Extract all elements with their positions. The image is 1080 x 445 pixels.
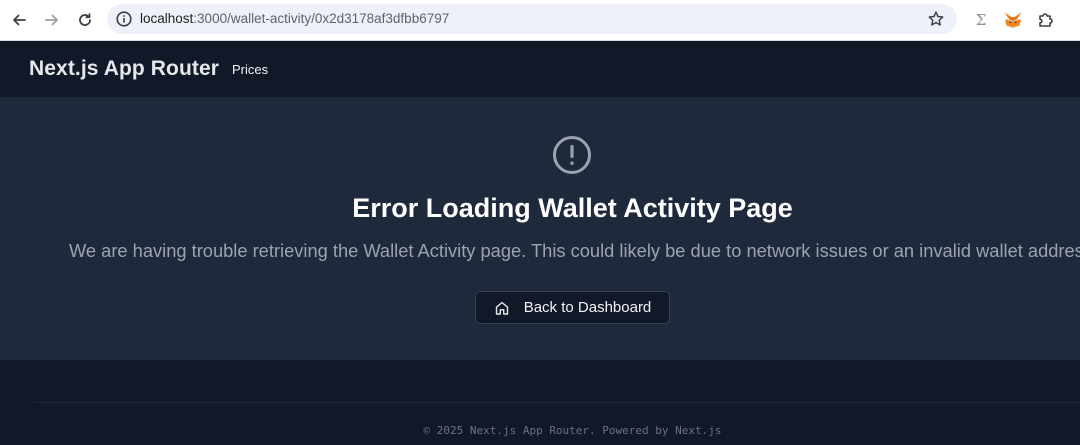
- address-bar[interactable]: localhost:3000/wallet-activity/0x2d3178a…: [107, 4, 957, 34]
- browser-toolbar: localhost:3000/wallet-activity/0x2d3178a…: [0, 0, 1080, 41]
- extensions-puzzle-icon[interactable]: [1035, 9, 1057, 31]
- error-title: Error Loading Wallet Activity Page: [352, 193, 793, 223]
- footer-copyright: © 2025 Next.js App Router. Powered by Ne…: [423, 424, 722, 437]
- footer-divider: [33, 402, 1080, 403]
- reload-icon[interactable]: [72, 7, 98, 33]
- back-arrow-icon[interactable]: [6, 7, 32, 33]
- url-host: localhost: [140, 11, 194, 26]
- forward-arrow-icon[interactable]: [39, 7, 65, 33]
- back-to-dashboard-button[interactable]: Back to Dashboard: [475, 291, 670, 324]
- url-text[interactable]: localhost:3000/wallet-activity/0x2d3178a…: [140, 11, 449, 27]
- back-to-dashboard-label: Back to Dashboard: [523, 299, 652, 316]
- sigma-extension-icon[interactable]: Σ: [970, 9, 992, 31]
- sigma-extension-glyph: Σ: [975, 11, 987, 29]
- bookmark-star-icon[interactable]: [927, 10, 945, 28]
- nav-link-prices[interactable]: Prices: [232, 62, 268, 77]
- home-icon: [494, 300, 510, 316]
- site-info-icon[interactable]: [115, 10, 133, 28]
- error-message: We are having trouble retrieving the Wal…: [69, 240, 1080, 261]
- footer: © 2025 Next.js App Router. Powered by Ne…: [0, 360, 1080, 445]
- metamask-fox-icon[interactable]: [1002, 9, 1024, 31]
- brand-title[interactable]: Next.js App Router: [29, 57, 219, 81]
- exclamation-circle-icon: [552, 135, 592, 175]
- app-header: Next.js App Router Prices: [0, 41, 1080, 98]
- error-panel: Error Loading Wallet Activity Page We ar…: [0, 98, 1080, 360]
- url-path: :3000/wallet-activity/0x2d3178af3dfbb679…: [193, 11, 450, 26]
